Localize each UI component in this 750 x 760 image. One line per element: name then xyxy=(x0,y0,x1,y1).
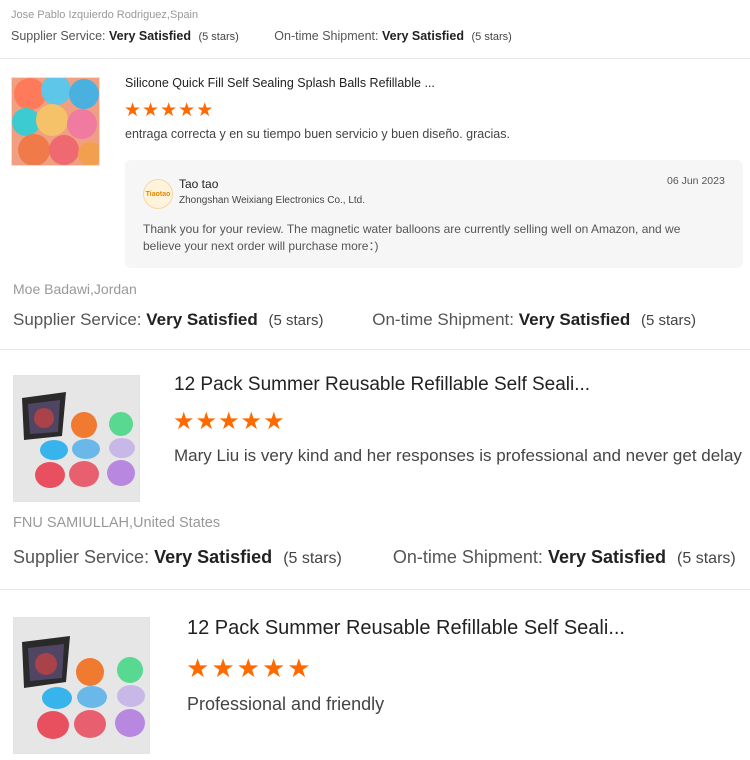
supplier-logo: Tiaotao xyxy=(143,179,173,209)
shipment-label: On-time Shipment: xyxy=(372,310,514,329)
supplier-service-value: Very Satisfied xyxy=(108,29,191,43)
product-image[interactable] xyxy=(11,77,100,166)
reply-company: Zhongshan Weixiang Electronics Co., Ltd. xyxy=(179,195,366,206)
supplier-reply: Tiaotao Tao tao Zhongshan Weixiang Elect… xyxy=(125,160,743,268)
star-icon: ★ xyxy=(287,653,311,683)
review-comment: Professional and friendly xyxy=(187,694,385,714)
star-icon: ★ xyxy=(196,100,214,121)
star-icon: ★ xyxy=(178,100,196,121)
supplier-service-stars: (5 stars) xyxy=(268,312,324,329)
reply-text-line2: believe your next order will purchase mo… xyxy=(143,239,379,253)
water-balloons-image xyxy=(12,78,99,165)
shipment-label: On-time Shipment: xyxy=(392,547,543,567)
water-balloons-image xyxy=(14,376,139,501)
shipment-value: Very Satisfied xyxy=(547,547,667,567)
rating-stars: ★ ★ ★ ★ ★ xyxy=(186,655,311,681)
star-icon: ★ xyxy=(211,653,235,683)
reply-text-line1: Thank you for your review. The magnetic … xyxy=(143,222,681,236)
shipment-stars: (5 stars) xyxy=(471,31,512,43)
star-icon: ★ xyxy=(218,408,240,435)
star-icon: ★ xyxy=(195,408,218,435)
reviewer-name: Moe Badawi,Jordan xyxy=(13,281,137,297)
review-comment: Mary Liu is very kind and her responses … xyxy=(174,446,742,465)
supplier-service-value: Very Satisfied xyxy=(146,310,258,329)
star-icon: ★ xyxy=(160,100,178,121)
star-icon: ★ xyxy=(240,408,263,435)
product-image[interactable] xyxy=(13,375,140,502)
review-metrics: Supplier Service: Very Satisfied (5 star… xyxy=(11,29,512,43)
water-balloons-image xyxy=(14,618,149,753)
supplier-service-stars: (5 stars) xyxy=(283,550,342,567)
star-icon: ★ xyxy=(124,100,142,121)
product-title[interactable]: 12 Pack Summer Reusable Refillable Self … xyxy=(174,374,614,396)
review-metrics: Supplier Service: Very Satisfied (5 star… xyxy=(13,547,736,568)
rating-stars: ★ ★ ★ ★ ★ xyxy=(124,101,213,120)
shipment-label: On-time Shipment: xyxy=(274,29,379,43)
product-image[interactable] xyxy=(13,617,150,754)
star-icon: ★ xyxy=(263,408,285,435)
review-comment: entraga correcta y en su tiempo buen ser… xyxy=(125,127,510,141)
product-title[interactable]: Silicone Quick Fill Self Sealing Splash … xyxy=(125,76,445,90)
review-metrics: Supplier Service: Very Satisfied (5 star… xyxy=(13,310,696,330)
reviewer-name: FNU SAMIULLAH,United States xyxy=(13,515,221,531)
shipment-stars: (5 stars) xyxy=(677,550,736,567)
reply-date: 06 Jun 2023 xyxy=(667,175,725,187)
supplier-service-label: Supplier Service: xyxy=(11,29,106,43)
shipment-value: Very Satisfied xyxy=(518,310,631,329)
star-icon: ★ xyxy=(186,653,210,683)
supplier-service-label: Supplier Service: xyxy=(13,310,142,329)
supplier-service-label: Supplier Service: xyxy=(13,547,150,567)
rating-stars: ★ ★ ★ ★ ★ xyxy=(173,410,285,434)
reviewer-name: Jose Pablo Izquierdo Rodriguez,Spain xyxy=(11,9,199,21)
star-icon: ★ xyxy=(173,408,195,435)
supplier-service-stars: (5 stars) xyxy=(198,31,239,43)
star-icon: ★ xyxy=(261,653,286,683)
shipment-value: Very Satisfied xyxy=(382,29,464,43)
supplier-service-value: Very Satisfied xyxy=(154,547,273,567)
divider xyxy=(0,589,750,590)
divider xyxy=(0,58,750,59)
shipment-stars: (5 stars) xyxy=(640,312,696,329)
reply-author: Tao tao xyxy=(179,177,219,191)
divider xyxy=(0,349,750,350)
product-title[interactable]: 12 Pack Summer Reusable Refillable Self … xyxy=(187,617,657,640)
star-icon: ★ xyxy=(236,653,260,683)
star-icon: ★ xyxy=(142,100,160,121)
